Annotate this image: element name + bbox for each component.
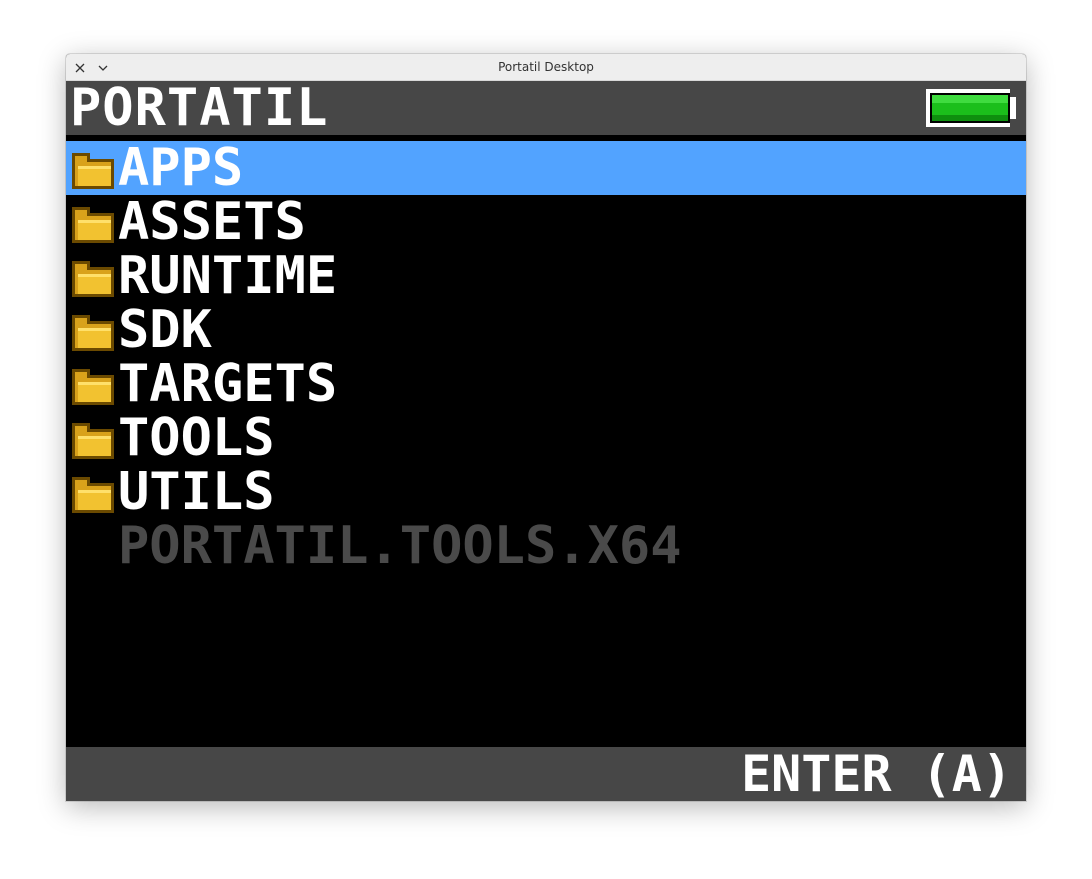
file-list: APPS ASSETS RUNTIME SDK TARGETS TOOLS UTILS POR… <box>66 141 1026 573</box>
page-title: PORTATIL <box>70 78 329 138</box>
list-item-label: RUNTIME <box>118 246 338 306</box>
list-item-label: PORTATIL.TOOLS.X64 <box>118 516 682 576</box>
folder-row[interactable]: TARGETS <box>66 357 1026 411</box>
folder-icon <box>72 153 114 189</box>
list-item-label: APPS <box>118 138 244 198</box>
list-item-label: ASSETS <box>118 192 306 252</box>
folder-row[interactable]: UTILS <box>66 465 1026 519</box>
folder-icon <box>72 423 114 459</box>
battery-icon <box>924 87 1018 129</box>
footer-bar: ENTER (A) <box>66 747 1026 801</box>
window-title: Portatil Desktop <box>498 60 594 74</box>
enter-hint[interactable]: ENTER (A) <box>741 747 1012 801</box>
app-window: Portatil Desktop PORTATIL APPS ASSETS RUNT… <box>66 54 1026 801</box>
folder-icon <box>72 261 114 297</box>
folder-icon <box>72 207 114 243</box>
file-row[interactable]: PORTATIL.TOOLS.X64 <box>66 519 1026 573</box>
list-item-label: TOOLS <box>118 408 275 468</box>
folder-row[interactable]: TOOLS <box>66 411 1026 465</box>
header-bar: PORTATIL <box>66 81 1026 135</box>
app-screen: PORTATIL APPS ASSETS RUNTIME SDK TARGETS TOOL… <box>66 81 1026 801</box>
folder-row[interactable]: APPS <box>66 141 1026 195</box>
folder-row[interactable]: ASSETS <box>66 195 1026 249</box>
folder-row[interactable]: RUNTIME <box>66 249 1026 303</box>
list-item-label: TARGETS <box>118 354 338 414</box>
list-item-label: SDK <box>118 300 212 360</box>
folder-row[interactable]: SDK <box>66 303 1026 357</box>
list-item-label: UTILS <box>118 462 275 522</box>
folder-icon <box>72 477 114 513</box>
folder-icon <box>72 315 114 351</box>
folder-icon <box>72 369 114 405</box>
title-bar[interactable]: Portatil Desktop <box>66 54 1026 81</box>
